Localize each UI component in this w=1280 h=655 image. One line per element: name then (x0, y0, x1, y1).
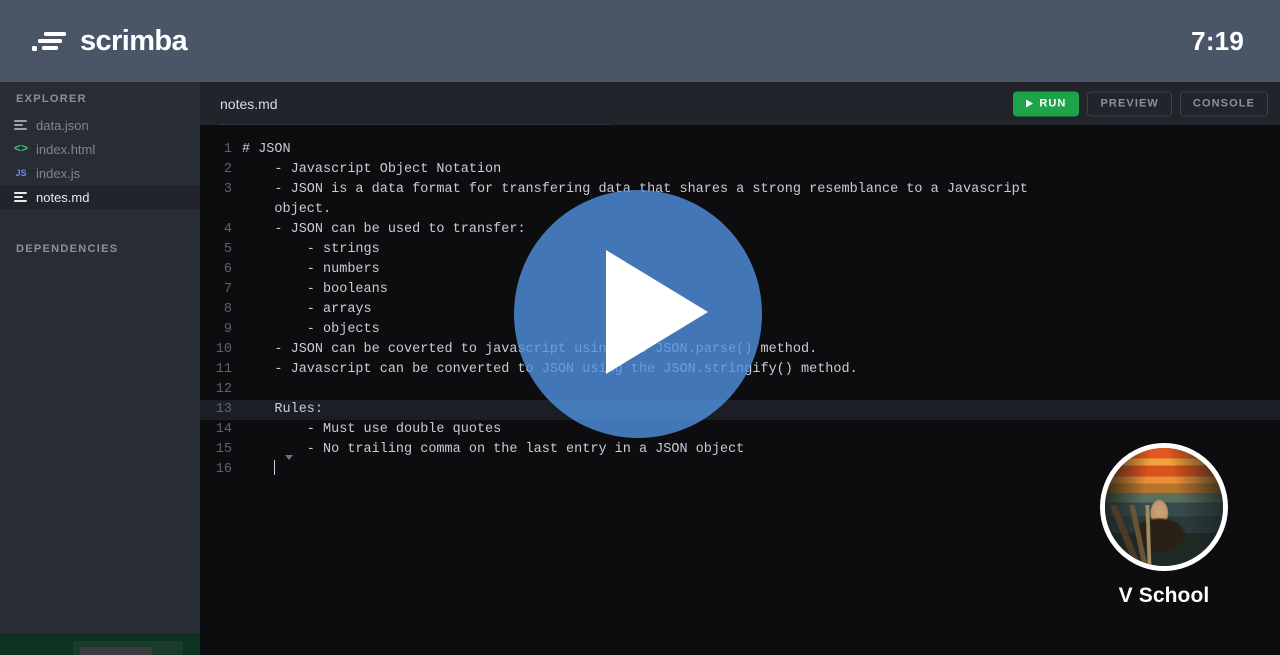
line-text: Rules: (242, 402, 324, 417)
line-number: 2 (223, 162, 232, 177)
brand-name: scrimba (80, 24, 188, 57)
code-line: 4 - JSON can be used to transfer: (200, 220, 1280, 240)
code-line: 14 - Must use double quotes (200, 420, 1280, 440)
code-line: 13 Rules: (200, 400, 1280, 420)
line-number: 9 (223, 322, 232, 337)
scrimba-logo-icon (32, 28, 66, 54)
line-number: 15 (215, 442, 232, 457)
line-text: - JSON is a data format for transfering … (274, 182, 1028, 197)
the-scream-avatar (1105, 448, 1223, 566)
line-number: 16 (215, 462, 232, 477)
file-explorer-sidebar: EXPLORER data.json <> index.html JS inde… (0, 82, 200, 633)
line-number: 4 (223, 222, 232, 237)
sidebar-file-data-json[interactable]: data.json (0, 113, 200, 137)
tab-notes-md[interactable]: notes.md (200, 96, 278, 112)
recording-timer: 7:19 (1191, 25, 1244, 56)
code-line: 3 - JSON is a data format for transferin… (200, 180, 1280, 200)
line-text: - strings (242, 242, 380, 257)
avatar (1100, 443, 1228, 571)
code-line: object. (200, 200, 1280, 220)
preview-button[interactable]: PREVIEW (1087, 91, 1172, 116)
line-number (200, 200, 242, 220)
file-label: data.json (36, 117, 89, 133)
line-number: 3 (223, 182, 232, 197)
presenter-name: V School (1118, 584, 1210, 607)
line-number: 10 (215, 342, 232, 357)
line-number: 11 (215, 362, 232, 377)
avatar-detail (1105, 504, 1171, 566)
line-text: - JSON can be coverted to javascript usi… (274, 342, 818, 357)
scrimba-app-window: scrimba 7:19 EXPLORER data.json <> index… (0, 0, 1280, 655)
run-button-label: RUN (1039, 97, 1067, 110)
play-triangle-icon (606, 250, 708, 374)
play-triangle-icon (1026, 99, 1034, 108)
run-button[interactable]: RUN (1013, 91, 1080, 116)
line-text: - numbers (242, 262, 380, 277)
js-icon: JS (15, 167, 27, 178)
line-text: - Javascript Object Notation (242, 162, 502, 177)
line-text (242, 380, 1280, 400)
line-text: - JSON can be used to transfer: (242, 222, 526, 237)
text-cursor (274, 460, 276, 475)
file-label: index.js (36, 165, 81, 181)
line-number: 14 (215, 422, 232, 437)
line-number: 5 (223, 242, 232, 257)
line-number: 6 (223, 262, 232, 277)
editor-tab-bar: notes.md RUN PREVIEW CONSOLE (200, 82, 1280, 125)
line-number: 1 (223, 142, 232, 157)
markdown-lines-icon (14, 190, 28, 204)
sidebar-file-index-html[interactable]: <> index.html (0, 137, 200, 161)
console-button[interactable]: CONSOLE (1179, 91, 1268, 116)
sidebar-file-notes-md[interactable]: notes.md (0, 185, 200, 209)
sidebar-file-index-js[interactable]: JS index.js (0, 161, 200, 185)
line-number: 7 (223, 282, 232, 297)
file-label: index.html (36, 141, 96, 157)
line-number: 8 (223, 302, 232, 317)
editor-actions: RUN PREVIEW CONSOLE (1013, 91, 1268, 116)
code-line: 1 # JSON (200, 140, 1280, 160)
caret-marker-icon (285, 455, 293, 460)
brand[interactable]: scrimba (32, 24, 188, 58)
line-text: - booleans (242, 282, 388, 297)
html-brackets-icon: <> (13, 142, 29, 156)
line-text: - Javascript can be converted to JSON us… (274, 362, 858, 377)
dependencies-heading: DEPENDENCIES (16, 243, 119, 255)
line-number: 12 (215, 382, 232, 397)
console-button-label: CONSOLE (1192, 97, 1255, 110)
preview-button-label: PREVIEW (1100, 97, 1159, 110)
line-text: object. (242, 202, 332, 217)
code-line: 2 - Javascript Object Notation (200, 160, 1280, 180)
line-text: # JSON (242, 142, 291, 157)
file-label: notes.md (36, 189, 90, 205)
line-text: - Must use double quotes (242, 422, 502, 437)
markdown-lines-icon (14, 118, 28, 132)
presenter-block: V School (1090, 443, 1238, 608)
play-overlay-button[interactable] (514, 190, 762, 438)
green-panel-inner-bar (80, 647, 152, 655)
explorer-heading: EXPLORER (16, 93, 87, 105)
bottom-left-green-panel (0, 633, 200, 655)
line-number: 13 (215, 402, 232, 417)
top-bar: scrimba 7:19 (0, 0, 1280, 82)
